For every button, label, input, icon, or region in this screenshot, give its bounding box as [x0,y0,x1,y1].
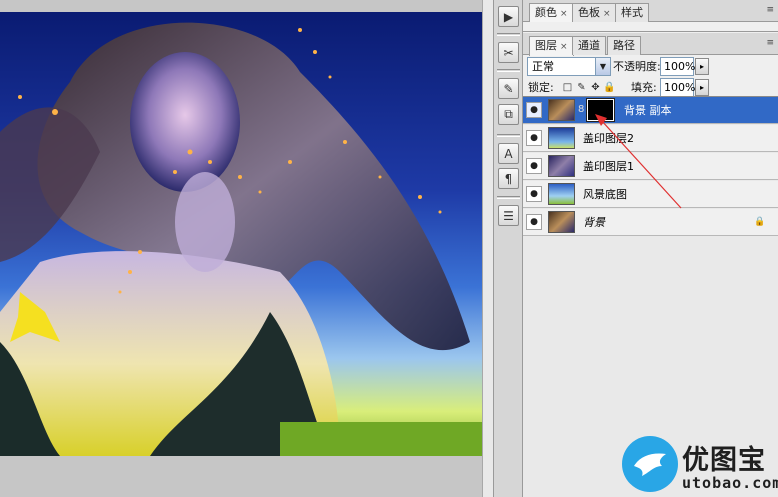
layers-panel-tabbar: 图层 × 通道 路径 ≡ [523,33,778,56]
tab-label: 路径 [613,39,635,52]
paragraph-icon[interactable]: ¶ [498,168,519,189]
fill-input[interactable]: 100% [660,78,695,97]
character-icon[interactable]: A [498,143,519,164]
canvas-area[interactable] [0,0,493,497]
document-image[interactable] [0,12,482,456]
tab-channels[interactable]: 通道 [572,36,606,55]
layer-row-stamp2[interactable]: ● 盖印图层2 [523,125,778,152]
blend-mode-select[interactable]: 正常 ▼ [527,57,611,76]
close-icon[interactable]: × [603,9,611,19]
lock-icon: 🔒 [754,217,766,227]
layer-row-landscape[interactable]: ● 风景底图 [523,181,778,208]
opacity-slider-toggle[interactable]: ▸ [695,58,709,75]
lock-position-icon[interactable]: ✥ [589,81,602,94]
watermark-url: utobao.com [682,474,778,492]
tab-layers[interactable]: 图层 × [529,36,574,56]
panel-menu-icon[interactable]: ≡ [766,38,774,48]
layer-thumbnail [548,155,575,177]
strip-separator [497,196,520,199]
blend-row: 正常 ▼ 不透明度: 100% ▸ [523,56,778,80]
link-icon[interactable]: 8 [578,104,584,115]
eye-icon[interactable]: ● [526,130,542,146]
panel-divider[interactable] [482,0,493,497]
layer-name: 背景 [583,216,605,229]
eye-icon[interactable]: ● [526,102,542,118]
strip-separator [497,134,520,137]
eye-icon[interactable]: ● [526,186,542,202]
strip-separator [497,69,520,72]
chevron-down-icon[interactable]: ▼ [595,58,610,75]
opacity-label: 不透明度: [613,60,661,73]
lock-all-icon[interactable]: 🔒 [603,81,616,94]
brush-preset-icon[interactable]: ✎ [498,78,519,99]
tab-styles[interactable]: 样式 [615,3,649,22]
fill-slider-toggle[interactable]: ▸ [695,79,709,96]
color-panel-body [523,22,778,32]
clone-source-icon[interactable]: ⧉ [498,104,519,125]
panels-column: 颜色 × 色板 × 样式 ≡ 图层 × 通道 路径 ≡ 正常 ▼ 不透明度: 1… [523,0,778,497]
layer-thumbnail [548,211,575,233]
canvas-pasteboard [0,456,493,497]
tab-label: 样式 [621,6,643,19]
tab-paths[interactable]: 路径 [607,36,641,55]
eye-icon[interactable]: ● [526,214,542,230]
layer-row-bg-copy[interactable]: ● 8 背景 副本 [523,97,778,124]
panel-dock-strip: ▶ ✂ ✎ ⧉ A ¶ ☰ [493,0,523,497]
lock-label: 锁定: [528,81,554,94]
layer-row-stamp1[interactable]: ● 盖印图层1 [523,153,778,180]
layer-name: 风景底图 [583,188,627,201]
tab-label: 颜色 [535,6,557,19]
tab-color[interactable]: 颜色 × [529,3,574,23]
tab-label: 图层 [535,39,557,52]
strip-separator [497,33,520,36]
bird-logo-icon [622,436,678,492]
close-icon[interactable]: × [560,9,568,19]
color-panel-tabbar: 颜色 × 色板 × 样式 ≡ [523,0,778,23]
layer-name: 盖印图层1 [583,160,634,173]
play-icon[interactable]: ▶ [498,6,519,27]
eye-icon[interactable]: ● [526,158,542,174]
layer-thumbnail [548,127,575,149]
lock-image-icon[interactable]: ✎ [575,81,588,94]
watermark: 优图宝 utobao.com [622,436,778,497]
close-icon[interactable]: × [560,42,568,52]
layer-row-background[interactable]: ● 背景 🔒 [523,209,778,236]
opacity-input[interactable]: 100% [660,57,695,76]
blend-mode-value: 正常 [532,60,554,73]
layer-thumbnail [548,99,575,121]
layer-thumbnail [548,183,575,205]
panel-menu-icon[interactable]: ≡ [766,5,774,15]
fill-label: 填充: [631,81,657,94]
layer-name: 盖印图层2 [583,132,634,145]
tab-label: 色板 [578,6,600,19]
layer-name: 背景 副本 [624,104,672,117]
notes-icon[interactable]: ☰ [498,205,519,226]
portrait-photo-graphic [0,22,482,456]
tab-label: 通道 [578,39,600,52]
layer-mask-thumbnail[interactable] [586,98,615,122]
bird-icon [634,453,666,476]
watermark-title: 优图宝 [682,445,766,476]
tools-icon[interactable]: ✂ [498,42,519,63]
tab-swatches[interactable]: 色板 × [572,3,617,22]
photoshop-window: ▶ ✂ ✎ ⧉ A ¶ ☰ 颜色 × 色板 × 样式 ≡ 图层 × 通道 路径 … [0,0,778,497]
lock-transparent-icon[interactable]: □ [561,81,574,94]
